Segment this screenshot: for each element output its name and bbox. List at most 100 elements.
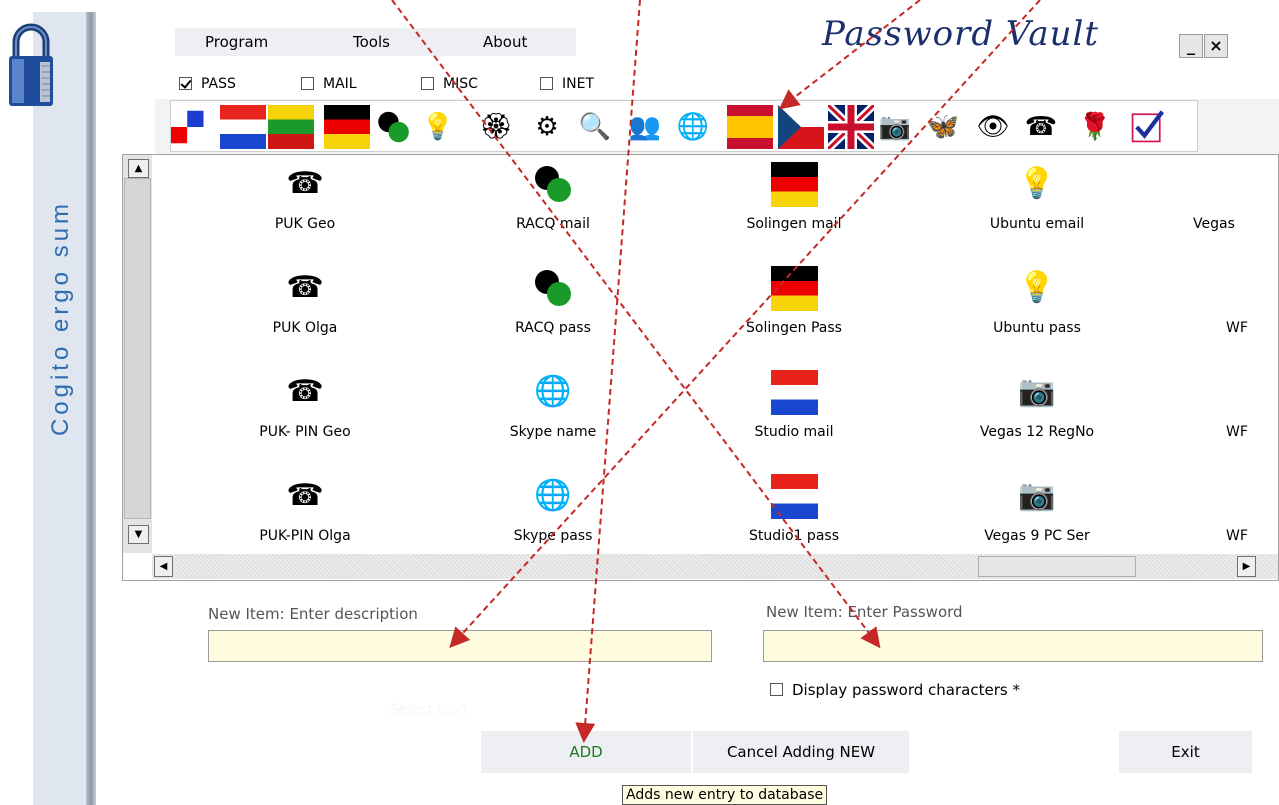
password-input[interactable]: [763, 630, 1263, 662]
description-input[interactable]: [208, 630, 712, 662]
list-item[interactable]: 📷 Vegas 12 RegNo: [937, 368, 1137, 441]
item-label: Ubuntu email: [989, 216, 1085, 232]
item-label[interactable]: WF: [1226, 528, 1248, 544]
filter-misc-label: MISC: [443, 75, 478, 92]
description-caption: New Item: Enter description: [208, 605, 418, 623]
list-item[interactable]: Studio mail: [694, 368, 894, 440]
list-item[interactable]: Studio1 pass: [694, 472, 894, 544]
add-button[interactable]: ADD: [481, 731, 691, 773]
menu-program[interactable]: Program: [205, 33, 268, 51]
telephone-icon: ☎: [286, 478, 324, 513]
rose-icon[interactable]: 🌹: [1078, 105, 1112, 149]
item-label: PUK- PIN Geo: [259, 424, 351, 440]
filter-mail-label: MAIL: [323, 75, 357, 92]
filter-misc-checkbox[interactable]: [421, 77, 434, 90]
side-motto: Cogito ergo sum: [47, 199, 74, 437]
flag-germany-icon: [694, 160, 894, 208]
item-label[interactable]: Vegas: [1193, 216, 1235, 232]
scroll-down-button[interactable]: ▼: [128, 525, 149, 544]
list-item[interactable]: ☎ PUK Geo: [205, 160, 405, 233]
dots-icon: [453, 160, 653, 208]
lightbulb-icon[interactable]: 💡: [421, 105, 455, 149]
list-item[interactable]: ☎ PUK-PIN Olga: [205, 472, 405, 545]
filter-misc[interactable]: MISC: [421, 75, 478, 92]
camera-icon: 📷: [1018, 374, 1056, 409]
filter-pass-checkbox[interactable]: [179, 77, 192, 90]
telephone-icon: ☎: [286, 166, 324, 201]
cancel-add-button[interactable]: Cancel Adding NEW: [693, 731, 909, 773]
dots-icon[interactable]: [374, 105, 409, 149]
flag-czech-icon[interactable]: [778, 105, 824, 149]
globe-icon: 🌐: [534, 478, 572, 513]
app-title: Password Vault: [822, 14, 1100, 54]
filter-inet-checkbox[interactable]: [540, 77, 553, 90]
list-item[interactable]: ☎ PUK Olga: [205, 264, 405, 337]
show-password-checkbox[interactable]: [770, 683, 783, 696]
eye-icon[interactable]: 👁: [976, 105, 1010, 149]
flag-netherlands-icon: [694, 472, 894, 520]
lightbulb-icon: 💡: [1018, 166, 1056, 201]
flag-germany-icon[interactable]: [324, 105, 370, 149]
gears-icon[interactable]: ⚙: [530, 105, 564, 149]
flag-lithuania-icon[interactable]: [268, 105, 314, 149]
show-password-toggle[interactable]: Display password characters *: [770, 680, 1020, 699]
scroll-up-button[interactable]: ▲: [128, 159, 149, 178]
item-label: Ubuntu pass: [993, 320, 1081, 336]
show-password-label: Display password characters *: [792, 680, 1020, 699]
add-tooltip: Adds new entry to database: [622, 785, 828, 805]
figures-icon[interactable]: 👥: [628, 105, 662, 149]
list-item[interactable]: 📷 Vegas 9 PC Ser: [937, 472, 1137, 545]
filter-inet-label: INET: [562, 75, 594, 92]
magnifier-icon[interactable]: 🔍: [578, 105, 612, 149]
dots-icon: [453, 264, 653, 312]
scroll-left-button[interactable]: ◀: [154, 556, 173, 577]
item-label: Skype pass: [513, 528, 593, 544]
select-icon-hint: Select Icon: [390, 702, 467, 718]
rosette-icon[interactable]: 🏵: [479, 105, 513, 149]
checkmark-icon[interactable]: [1130, 105, 1164, 149]
filter-pass[interactable]: PASS: [179, 75, 236, 92]
item-label[interactable]: WF: [1226, 320, 1248, 336]
camera-icon[interactable]: 📷: [878, 105, 912, 149]
item-label: Studio mail: [754, 424, 834, 440]
list-item[interactable]: RACQ pass: [453, 264, 653, 336]
list-item[interactable]: 🌐 Skype pass: [453, 472, 653, 545]
list-item[interactable]: Solingen mail: [694, 160, 894, 232]
close-button[interactable]: ×: [1204, 34, 1228, 58]
list-item[interactable]: RACQ mail: [453, 160, 653, 232]
item-label: PUK-PIN Olga: [259, 528, 351, 544]
filter-mail[interactable]: MAIL: [301, 75, 357, 92]
flag-germany-icon: [694, 264, 894, 312]
flag-spain-icon[interactable]: [727, 105, 773, 149]
list-item[interactable]: 💡 Ubuntu email: [937, 160, 1137, 233]
filter-mail-checkbox[interactable]: [301, 77, 314, 90]
item-label: Vegas 12 RegNo: [979, 424, 1095, 440]
list-item[interactable]: Solingen Pass: [694, 264, 894, 336]
filter-inet[interactable]: INET: [540, 75, 594, 92]
item-label: RACQ pass: [515, 320, 591, 336]
flag-netherlands-icon[interactable]: [220, 105, 266, 149]
menu-about[interactable]: About: [483, 33, 527, 51]
scroll-right-button[interactable]: ▶: [1237, 556, 1256, 577]
telephone-icon[interactable]: ☎: [1024, 105, 1058, 149]
list-item[interactable]: 💡 Ubuntu pass: [937, 264, 1137, 337]
horizontal-scroll-thumb[interactable]: [978, 556, 1136, 577]
flag-netherlands-icon: [694, 368, 894, 416]
item-label[interactable]: WF: [1226, 424, 1248, 440]
list-item[interactable]: ☎ PUK- PIN Geo: [205, 368, 405, 441]
globe-icon[interactable]: 🌐: [676, 105, 710, 149]
exit-button[interactable]: Exit: [1119, 731, 1252, 773]
butterfly-icon[interactable]: 🦋: [926, 105, 960, 149]
list-item[interactable]: 🌐 Skype name: [453, 368, 653, 441]
item-label: Solingen Pass: [746, 320, 842, 336]
item-label: PUK Geo: [274, 216, 336, 232]
globe-icon: 🌐: [534, 374, 572, 409]
flag-uk-icon[interactable]: [828, 105, 874, 149]
item-label: PUK Olga: [272, 320, 338, 336]
filter-pass-label: PASS: [201, 75, 236, 92]
menu-tools[interactable]: Tools: [353, 33, 390, 51]
vertical-scroll-thumb[interactable]: [124, 178, 151, 519]
side-banner-shadow: [86, 12, 96, 805]
minimize-button[interactable]: _: [1179, 34, 1203, 58]
flag-blocks-icon[interactable]: [171, 105, 205, 149]
